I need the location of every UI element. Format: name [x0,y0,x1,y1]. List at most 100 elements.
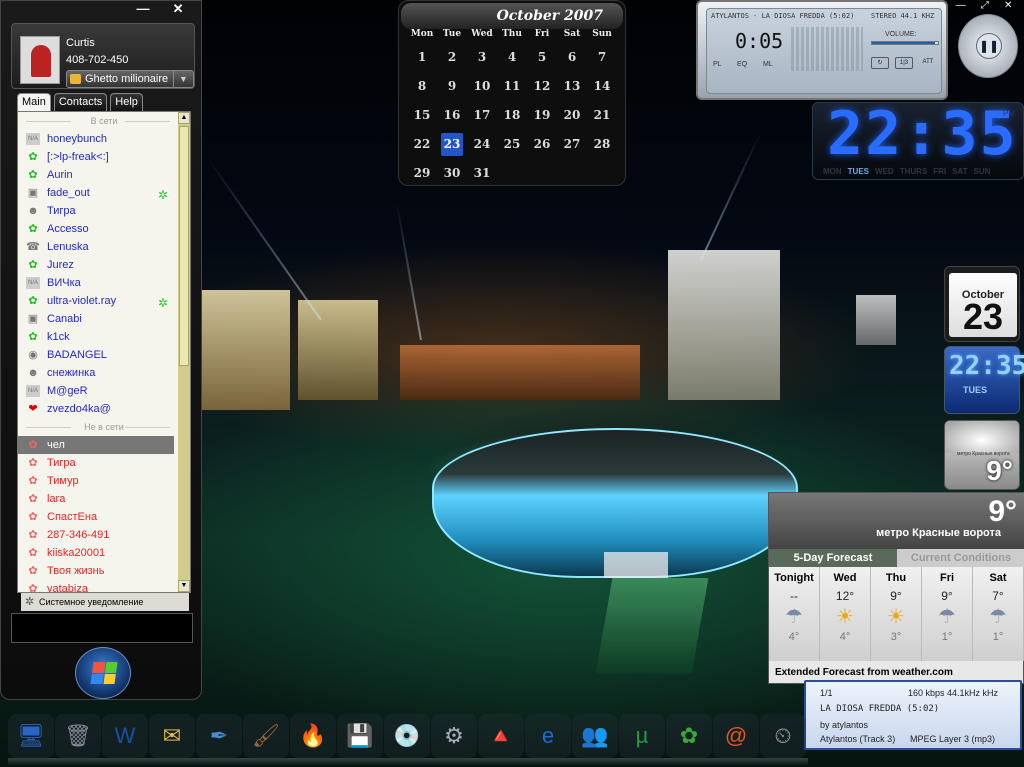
avatar[interactable] [20,36,60,84]
contact-online[interactable]: ❤ zvezdo4ka@ [18,400,190,418]
contact-online[interactable]: N/A M@geR [18,382,190,400]
calendar-day[interactable]: 15 [407,101,437,130]
elapsed-time[interactable]: 0:05 [735,29,783,53]
calendar-day[interactable]: 1 [407,43,437,72]
tab-current-conditions[interactable]: Current Conditions [897,549,1024,567]
vlc-cone-icon[interactable]: 🔺 [478,714,524,758]
transport-wheel[interactable]: ❚❚ [958,14,1018,78]
calendar-day[interactable]: 28 [587,130,617,159]
icq-flower-icon[interactable]: ✿ [666,714,712,758]
weather-gadget[interactable]: метро Красные ворота 9° [944,420,1020,490]
contact-offline[interactable]: ✿ lara [18,490,190,508]
contact-online[interactable]: ▣ Canabi [18,310,190,328]
calendar-day[interactable]: 20 [557,101,587,130]
calendar-day[interactable]: 8 [407,72,437,101]
calendar-day[interactable]: 24 [467,130,497,159]
computer-icon[interactable]: 🖥 [8,714,54,758]
calendar-title[interactable]: October 2007 [401,3,623,29]
contact-offline[interactable]: ✿ Тигра [18,454,190,472]
calendar-day[interactable]: 3 [467,43,497,72]
playlist-button[interactable]: PL [713,61,722,68]
calendar-today[interactable]: 23 [441,133,463,156]
mail-envelope-icon[interactable]: ✉ [149,714,195,758]
contact-online[interactable]: ☎ Lenuska [18,238,190,256]
contact-offline[interactable]: ✿ Твоя жизнь [18,562,190,580]
calendar-day[interactable]: 25 [497,130,527,159]
contact-offline[interactable]: ✿ СпастЕна [18,508,190,526]
nero-flame-icon[interactable]: 🔥 [290,714,336,758]
player-minimize-button[interactable]: — [956,0,966,14]
calendar-day[interactable]: 12 [527,72,557,101]
player-resize-button[interactable]: ⤢ [981,0,989,14]
media-library-button[interactable]: ML [763,61,773,68]
scroll-down-icon[interactable]: ▼ [178,580,190,592]
clock-icon[interactable]: ⏲ [760,714,806,758]
calendar-day[interactable]: 26 [527,130,557,159]
contact-list[interactable]: В сети N/A honeybunch ✿ [:>lp-freak<:] ✿ Auri… [17,111,191,593]
calendar-day[interactable]: 13 [557,72,587,101]
floppy-disk-icon[interactable]: 💾 [337,714,383,758]
contact-online[interactable]: N/A ВИЧка [18,274,190,292]
calendar-day[interactable]: 7 [587,43,617,72]
chevron-down-icon[interactable]: ▼ [173,71,193,87]
brush-icon[interactable]: 🖌 [243,714,289,758]
calendar-day[interactable]: 2 [437,43,467,72]
attenuate-button[interactable]: ATT [919,57,937,69]
now-playing-popup[interactable]: 1/1 160 kbps 44.1kHz kHz LA DIOSA FREDDA… [804,680,1022,750]
contact-online[interactable]: ▣ fade_out ✲ [18,184,190,202]
calendar-day[interactable]: 30 [437,159,467,188]
contact-online[interactable]: ☻ снежинка [18,364,190,382]
contact-offline[interactable]: ✿ Тимур [18,472,190,490]
close-button[interactable]: ✕ [173,1,184,19]
contact-offline[interactable]: ✿ 287-346-491 [18,526,190,544]
word-icon[interactable]: W [102,714,148,758]
calendar-day[interactable]: 17 [467,101,497,130]
contact-offline[interactable]: ✿ kiiska20001 [18,544,190,562]
calendar-day[interactable]: 5 [527,43,557,72]
player-close-button[interactable]: ✕ [1004,0,1012,14]
offline-group-header[interactable]: Не в сети [18,418,190,436]
scroll-up-icon[interactable]: ▲ [178,112,190,124]
shuffle-button[interactable]: 1|3 [895,57,913,69]
contact-offline[interactable]: ✿ vatabiza [18,580,190,592]
calendar-day[interactable]: 14 [587,72,617,101]
calendar-day[interactable]: 31 [467,159,497,188]
calendar-day[interactable]: 9 [437,72,467,101]
visualizer[interactable] [791,27,863,71]
volume-slider[interactable] [871,41,939,45]
system-notification[interactable]: Системное уведомление [21,593,189,611]
contact-online[interactable]: ✿ [:>lp-freak<:] [18,148,190,166]
internet-explorer-icon[interactable]: e [525,714,571,758]
scrollbar-thumb[interactable] [179,126,189,366]
contact-online[interactable]: ☻ Тигра [18,202,190,220]
repeat-icon[interactable]: ↻ [871,57,889,69]
calendar-day[interactable]: 21 [587,101,617,130]
calendar-day[interactable]: 29 [407,159,437,188]
start-button[interactable] [75,647,131,699]
contact-online[interactable]: ◉ BADANGEL [18,346,190,364]
messenger-people-icon[interactable]: 👥 [572,714,618,758]
contact-online[interactable]: ✿ ultra-violet.ray ✲ [18,292,190,310]
contact-online[interactable]: ✿ Accesso [18,220,190,238]
online-group-header[interactable]: В сети [18,112,190,130]
calendar-day[interactable]: 16 [437,101,467,130]
calendar-day[interactable]: 22 [407,130,437,159]
tab-contacts[interactable]: Contacts [53,93,108,111]
calendar-day[interactable]: 11 [497,72,527,101]
recycle-bin-icon[interactable]: 🗑 [55,714,101,758]
tab-5-day-forecast[interactable]: 5-Day Forecast [769,549,897,567]
calendar-day[interactable]: 19 [527,101,557,130]
tab-main[interactable]: Main [17,93,51,111]
contact-online[interactable]: ✿ Jurez [18,256,190,274]
contact-list-scrollbar[interactable]: ▲ ▼ [178,112,190,592]
calendar-day[interactable]: 27 [557,130,587,159]
contact-online[interactable]: ✿ k1ck [18,328,190,346]
extended-forecast-link[interactable]: Extended Forecast from weather.com [775,667,953,678]
at-mail-icon[interactable]: @ [713,714,759,758]
calendar-day[interactable]: 6 [557,43,587,72]
feather-pen-icon[interactable]: ✒ [196,714,242,758]
calendar-day[interactable]: 4 [497,43,527,72]
minimize-button[interactable]: — [137,1,150,19]
contact-online[interactable]: ✿ Aurin [18,166,190,184]
calendar-day[interactable]: 10 [467,72,497,101]
